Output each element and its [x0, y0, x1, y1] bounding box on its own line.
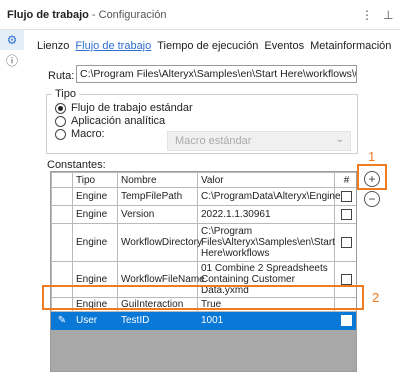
tab-flujo-de-trabajo[interactable]: Flujo de trabajo	[72, 40, 154, 52]
tab-eventos[interactable]: Eventos	[261, 40, 307, 52]
cell-checkbox[interactable]	[334, 223, 356, 262]
title-bar: Flujo de trabajo - Configuración ⋮ ⊥	[0, 0, 400, 30]
row-marker	[51, 223, 73, 262]
cell-nombre[interactable]: TestID	[117, 311, 198, 330]
row-marker-header	[51, 172, 73, 188]
row-marker	[51, 187, 73, 206]
cell-tipo[interactable]: Engine	[72, 187, 118, 206]
cell-nombre[interactable]: TempFilePath	[117, 187, 198, 206]
callout-number-1: 1	[368, 149, 376, 164]
cell-valor[interactable]: C:\ProgramData\Alteryx\Engine	[197, 187, 341, 206]
more-vert-icon[interactable]: ⋮	[361, 8, 373, 22]
tab-lienzo[interactable]: Lienzo	[34, 40, 72, 52]
edit-row-icon: ✎	[51, 311, 73, 330]
cell-tipo[interactable]: Engine	[72, 223, 118, 262]
radio-button[interactable]	[55, 115, 66, 127]
cell-nombre[interactable]: WorkflowDirectory	[117, 223, 202, 262]
table-header-row: Tipo Nombre Valor #	[51, 172, 356, 188]
gear-icon[interactable]: ⚙	[0, 30, 24, 50]
ruta-field[interactable]: C:\Program Files\Alteryx\Samples\en\Star…	[76, 65, 357, 83]
checkbox[interactable]	[341, 237, 352, 248]
table-row[interactable]: Engine WorkflowDirectory C:\Program File…	[51, 223, 356, 262]
column-header-valor[interactable]: Valor	[197, 172, 335, 188]
cell-nombre[interactable]: Version	[117, 205, 198, 224]
column-header-tipo[interactable]: Tipo	[72, 172, 118, 188]
window-subtitle: - Configuración	[91, 8, 167, 21]
radio-button-checked[interactable]	[55, 102, 66, 114]
checkbox[interactable]	[341, 209, 352, 220]
highlight-box-add	[357, 164, 387, 190]
minus-icon: −	[368, 192, 376, 206]
ruta-label: Ruta:	[48, 70, 75, 82]
macro-type-select[interactable]: Macro estándar ⌄	[167, 131, 351, 151]
radio-label: Macro:	[71, 128, 105, 140]
radio-flujo-estandar[interactable]: Flujo de trabajo estándar	[55, 102, 193, 114]
window-title: Flujo de trabajo	[7, 8, 89, 21]
cell-tipo[interactable]: Engine	[72, 205, 118, 224]
pin-icon[interactable]: ⊥	[383, 8, 393, 22]
callout-number-2: 2	[372, 290, 380, 305]
constants-grid: Tipo Nombre Valor # Engine TempFilePath …	[50, 171, 357, 372]
cell-tipo[interactable]: User	[72, 311, 118, 330]
column-header-hash[interactable]: #	[334, 172, 356, 188]
table-row[interactable]: Engine Version 2022.1.1.30961	[51, 205, 356, 224]
remove-constant-button[interactable]: −	[364, 191, 380, 207]
chevron-down-icon: ⌄	[335, 134, 344, 145]
radio-label: Flujo de trabajo estándar	[71, 102, 193, 114]
macro-select-value: Macro estándar	[175, 135, 252, 147]
tab-metainformacion[interactable]: Metainformación	[307, 40, 394, 52]
column-header-nombre[interactable]: Nombre	[117, 172, 198, 188]
constantes-label: Constantes:	[47, 159, 106, 171]
radio-aplicacion-analitica[interactable]: Aplicación analítica	[55, 115, 165, 127]
question-icon[interactable]: ⓘ	[0, 50, 24, 70]
checkbox[interactable]	[341, 191, 352, 202]
row-marker	[51, 205, 73, 224]
checkbox[interactable]	[341, 315, 352, 326]
cell-valor[interactable]: 2022.1.1.30961	[197, 205, 335, 224]
tipo-legend: Tipo	[52, 88, 79, 100]
cell-checkbox[interactable]	[334, 311, 356, 330]
highlight-box-row	[42, 285, 364, 310]
table-row-selected[interactable]: ✎ User TestID 1001	[51, 311, 356, 330]
cell-checkbox[interactable]	[334, 205, 356, 224]
radio-macro[interactable]: Macro:	[55, 128, 105, 140]
radio-button[interactable]	[55, 128, 66, 140]
table-row[interactable]: Engine TempFilePath C:\ProgramData\Alter…	[51, 187, 356, 206]
tab-tiempo-de-ejecucion[interactable]: Tiempo de ejecución	[154, 40, 261, 52]
cell-valor[interactable]: C:\Program Files\Alteryx\Samples\en\Star…	[197, 223, 335, 262]
radio-label: Aplicación analítica	[71, 115, 166, 127]
side-icon-bar: ⚙ ⓘ	[0, 30, 24, 70]
cell-valor[interactable]: 1001	[197, 311, 335, 330]
tab-bar: Lienzo Flujo de trabajo Tiempo de ejecuc…	[34, 40, 394, 52]
checkbox[interactable]	[341, 274, 352, 285]
